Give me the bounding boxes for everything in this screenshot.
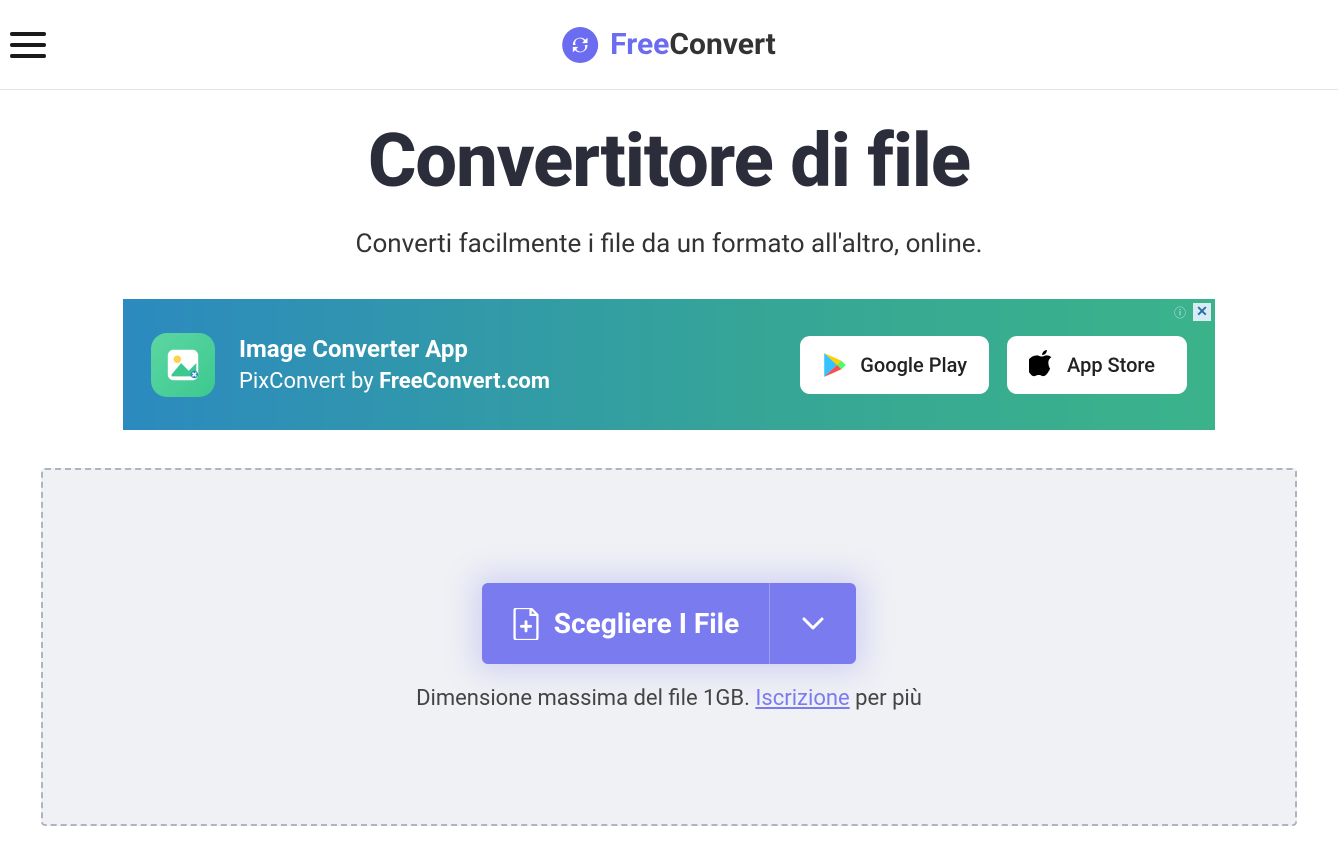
apple-icon: [1029, 350, 1055, 380]
logo-text: FreeConvert: [610, 27, 776, 62]
ad-app-icon: [151, 333, 215, 397]
ad-subtitle: PixConvert by FreeConvert.com: [239, 369, 776, 394]
page-content: Convertitore di file Converti facilmente…: [0, 118, 1338, 866]
ad-info-icon[interactable]: ⓘ: [1171, 303, 1189, 321]
header: FreeConvert: [0, 0, 1338, 90]
choose-file-wrap: Scegliere I File: [482, 583, 856, 664]
logo-icon: [562, 27, 598, 63]
ad-banner: ⓘ ✕ Image Converter App PixConvert by Fr…: [123, 299, 1215, 430]
logo[interactable]: FreeConvert: [562, 27, 776, 63]
signup-link[interactable]: Iscrizione: [755, 686, 849, 711]
ad-text: Image Converter App PixConvert by FreeCo…: [239, 335, 776, 394]
menu-icon[interactable]: [10, 25, 50, 65]
choose-file-button[interactable]: Scegliere I File: [482, 583, 770, 664]
close-icon[interactable]: ✕: [1193, 303, 1211, 321]
filesize-note: Dimensione massima del file 1GB. Iscrizi…: [416, 686, 922, 711]
dropzone[interactable]: Scegliere I File Dimensione massima del …: [41, 468, 1297, 826]
page-subtitle: Converti facilmente i file da un formato…: [0, 229, 1338, 259]
ad-buttons: Google Play App Store: [800, 336, 1187, 394]
google-play-icon: [822, 351, 848, 379]
file-add-icon: [512, 608, 540, 640]
ad-title: Image Converter App: [239, 335, 776, 363]
chevron-down-icon: [802, 617, 824, 631]
page-title: Convertitore di file: [0, 118, 1338, 205]
app-store-button[interactable]: App Store: [1007, 336, 1187, 394]
google-play-button[interactable]: Google Play: [800, 336, 989, 394]
choose-file-dropdown[interactable]: [770, 583, 856, 664]
